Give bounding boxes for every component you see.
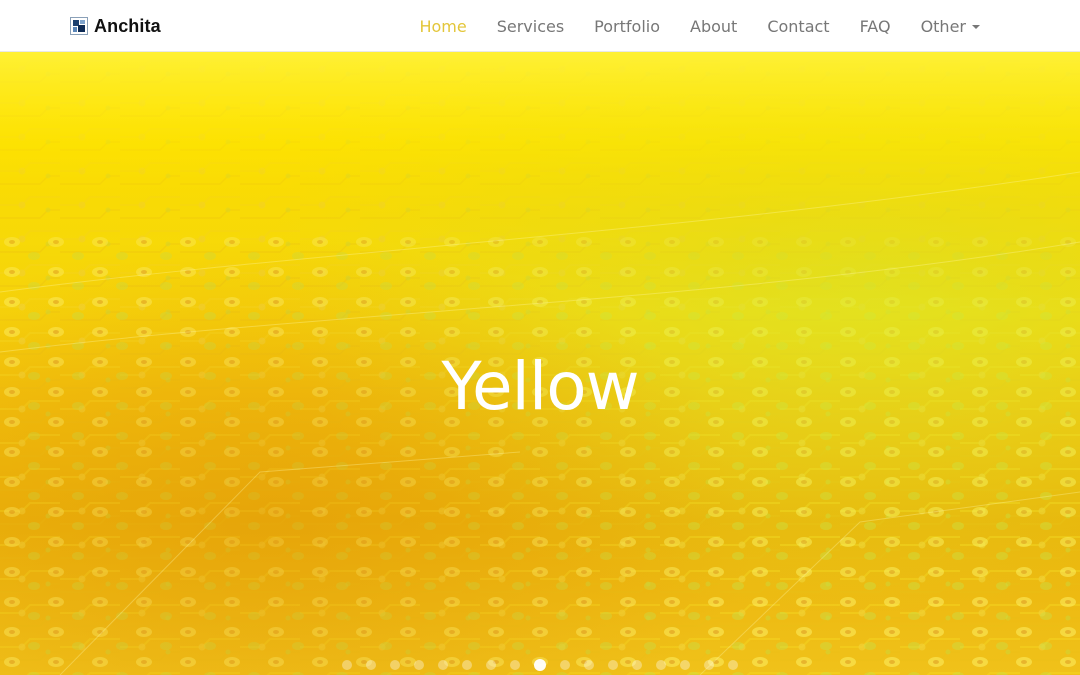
nav-item-services[interactable]: Services [497,17,564,36]
brand-logo-icon [70,17,88,35]
brand-link[interactable]: Anchita [70,14,161,38]
carousel-indicator[interactable] [560,660,570,670]
nav-item-home[interactable]: Home [419,17,466,36]
carousel-indicator[interactable] [390,660,400,670]
carousel-indicator[interactable] [704,660,714,670]
carousel-indicator[interactable] [608,660,618,670]
carousel-indicator[interactable] [462,660,472,670]
nav-item-other-dropdown[interactable]: Other [921,17,980,36]
carousel-indicator[interactable] [438,660,448,670]
carousel-indicator[interactable] [534,659,546,671]
hero-carousel[interactable]: Yellow [0,52,1080,675]
carousel-indicator[interactable] [656,660,666,670]
brand-name: Anchita [94,15,161,36]
nav-item-other-label: Other [920,16,966,36]
nav-item-portfolio[interactable]: Portfolio [594,17,660,36]
carousel-indicator[interactable] [728,660,738,670]
main-nav: Home Services Portfolio About Contact FA… [419,0,980,52]
carousel-indicator[interactable] [632,660,642,670]
top-navbar: Anchita Home Services Portfolio About Co… [0,0,1080,52]
nav-item-faq[interactable]: FAQ [860,17,891,36]
carousel-indicator[interactable] [366,660,376,670]
carousel-indicator[interactable] [510,660,520,670]
nav-item-about[interactable]: About [690,17,737,36]
carousel-indicator[interactable] [680,660,690,670]
carousel-indicator[interactable] [486,660,496,670]
carousel-indicator[interactable] [342,660,352,670]
carousel-indicator[interactable] [414,660,424,670]
hero-title: Yellow [441,348,639,425]
carousel-indicators [0,659,1080,671]
nav-item-contact[interactable]: Contact [767,17,829,36]
caret-down-icon [972,25,980,29]
carousel-indicator[interactable] [584,660,594,670]
